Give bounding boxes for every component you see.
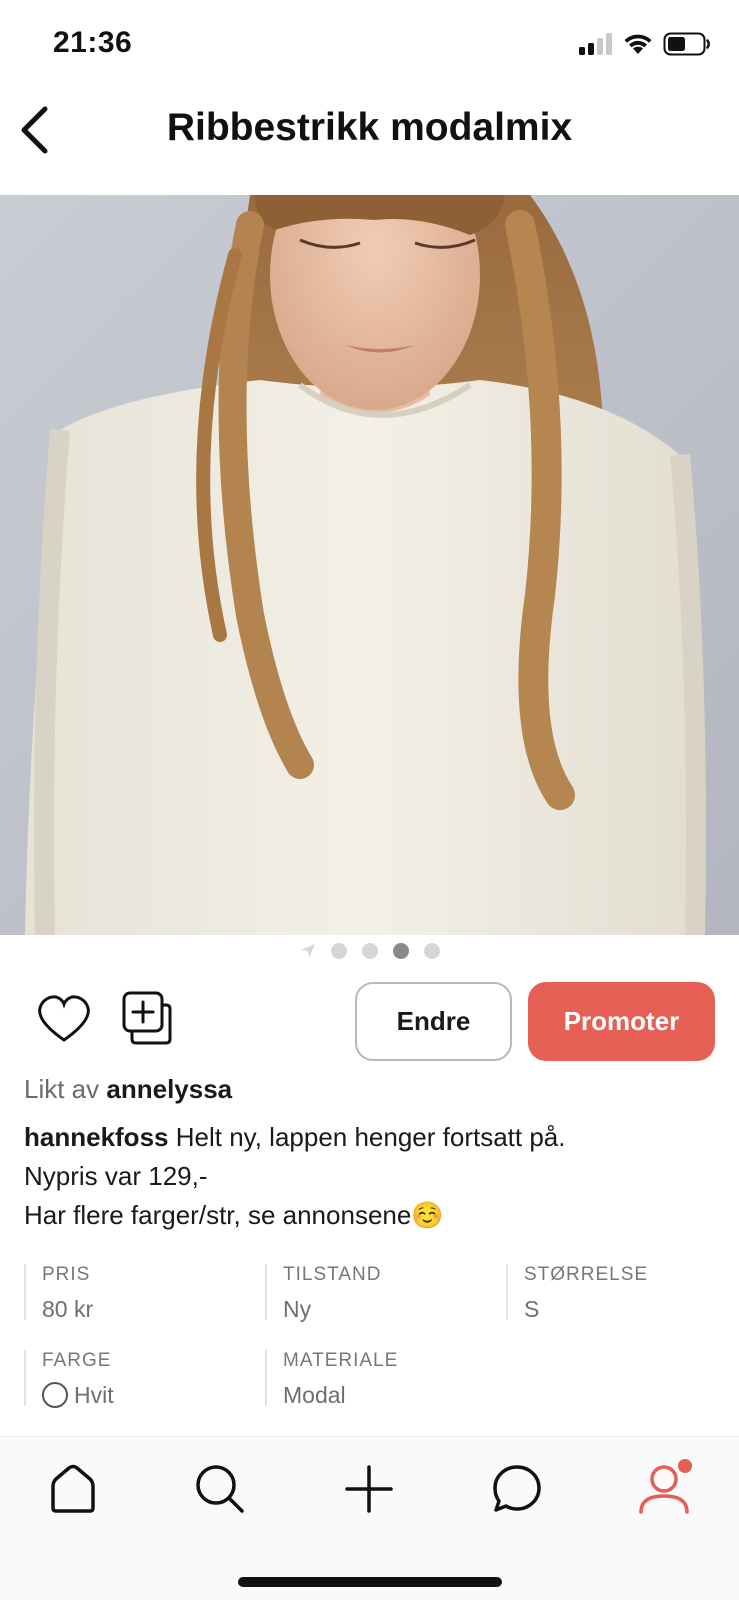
status-icons xyxy=(579,32,711,56)
detail-price-value: 80 kr xyxy=(42,1296,94,1322)
detail-price: PRIS 80 kr xyxy=(24,1264,254,1322)
header: Ribbestrikk modalmix xyxy=(0,90,739,195)
detail-condition-value: Ny xyxy=(283,1296,312,1322)
bottom-nav xyxy=(0,1436,739,1600)
product-photo[interactable] xyxy=(0,195,739,935)
status-time: 21:36 xyxy=(53,26,133,59)
promote-button[interactable]: Promoter xyxy=(528,982,715,1061)
home-indicator[interactable] xyxy=(238,1577,502,1587)
wifi-icon xyxy=(624,34,652,54)
pager-dot[interactable] xyxy=(330,943,347,959)
product-details: PRIS 80 kr TILSTAND Ny STØRRELSE S FARGE… xyxy=(24,1264,724,1414)
plus-icon xyxy=(345,1465,393,1513)
description-text-3: Har flere farger/str, se annonsene☺️ xyxy=(24,1200,444,1230)
home-icon xyxy=(51,1464,95,1513)
nav-search[interactable] xyxy=(190,1459,250,1519)
nav-profile[interactable] xyxy=(634,1459,694,1519)
detail-condition: TILSTAND Ny xyxy=(265,1264,495,1322)
location-arrow-icon xyxy=(300,944,315,958)
nav-home[interactable] xyxy=(43,1459,103,1519)
detail-size: STØRRELSE S xyxy=(506,1264,736,1322)
edit-button[interactable]: Endre xyxy=(355,982,512,1061)
notification-dot xyxy=(678,1459,692,1473)
detail-color-value: Hvit xyxy=(74,1382,114,1408)
detail-material-label: MATERIALE xyxy=(283,1350,399,1371)
detail-material-value: Modal xyxy=(283,1382,346,1408)
pager-dot[interactable] xyxy=(423,943,440,959)
detail-color: FARGE Hvit xyxy=(24,1350,254,1408)
liked-by-user[interactable]: annelyssa xyxy=(106,1074,232,1104)
liked-by: Likt av annelyssa xyxy=(24,1074,232,1105)
color-swatch xyxy=(42,1382,68,1408)
battery-icon xyxy=(663,32,710,56)
detail-color-value-row: Hvit xyxy=(42,1382,254,1408)
add-collection-icon xyxy=(122,991,172,1045)
description: hannekfoss Helt ny, lappen henger fortsa… xyxy=(24,1118,719,1235)
save-to-collection-button[interactable] xyxy=(120,990,174,1046)
like-button[interactable] xyxy=(36,994,92,1046)
status-bar: 21:36 xyxy=(0,0,739,90)
detail-price-label: PRIS xyxy=(42,1264,91,1285)
detail-size-value: S xyxy=(524,1296,540,1322)
signal-icon xyxy=(579,33,612,55)
detail-material: MATERIALE Modal xyxy=(265,1350,495,1408)
description-line-1: hannekfoss Helt ny, lappen henger fortsa… xyxy=(24,1118,719,1157)
description-text-2: Nypris var 129,- xyxy=(24,1161,208,1191)
liked-by-prefix: Likt av xyxy=(24,1074,100,1104)
search-icon xyxy=(196,1465,244,1513)
seller-username[interactable]: hannekfoss xyxy=(24,1122,169,1152)
pager-dot-active[interactable] xyxy=(392,943,409,959)
product-image xyxy=(0,195,739,935)
nav-messages[interactable] xyxy=(487,1459,547,1519)
pager-dot[interactable] xyxy=(361,943,378,959)
chat-icon xyxy=(493,1465,541,1512)
image-pager[interactable] xyxy=(0,940,739,962)
heart-icon xyxy=(38,995,90,1042)
detail-color-label: FARGE xyxy=(42,1350,112,1371)
detail-size-label: STØRRELSE xyxy=(524,1264,649,1285)
action-row: Endre Promoter xyxy=(0,980,739,1062)
page-title: Ribbestrikk modalmix xyxy=(166,106,573,149)
detail-condition-label: TILSTAND xyxy=(283,1264,382,1285)
description-text-1: Helt ny, lappen henger fortsatt på. xyxy=(175,1122,566,1152)
nav-sell[interactable] xyxy=(339,1459,399,1519)
